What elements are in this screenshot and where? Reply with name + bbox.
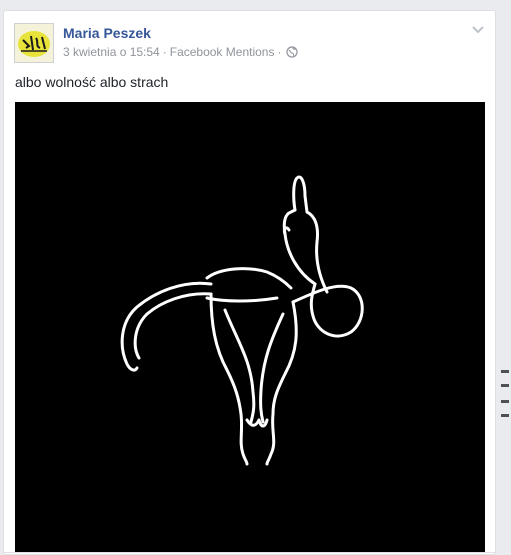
sidebar-glyph <box>501 384 509 387</box>
author-name-link[interactable]: Maria Peszek <box>63 25 151 41</box>
divider-line <box>3 552 496 553</box>
chevron-down-icon[interactable] <box>471 23 485 37</box>
post-card: Maria Peszek 3 kwietnia o 15:54 · Facebook… <box>3 10 496 555</box>
globe-icon[interactable] <box>286 46 299 61</box>
post-photo[interactable] <box>15 102 485 552</box>
right-sidebar-edge <box>497 0 511 555</box>
post-source-link[interactable]: Facebook Mentions <box>170 45 275 59</box>
meta-separator: · <box>162 45 167 59</box>
post-timestamp[interactable]: 3 kwietnia o 15:54 <box>63 45 160 59</box>
sidebar-glyph <box>501 414 509 417</box>
post-meta: 3 kwietnia o 15:54 · Facebook Mentions · <box>63 45 299 61</box>
sidebar-glyph <box>501 370 509 373</box>
avatar-image <box>15 24 53 62</box>
uterus-middle-finger-illustration <box>120 175 364 466</box>
meta-separator-2: · <box>277 45 282 59</box>
author-avatar[interactable] <box>14 23 54 63</box>
post-message: albo wolność albo strach <box>15 74 169 90</box>
sidebar-glyph <box>501 400 509 403</box>
